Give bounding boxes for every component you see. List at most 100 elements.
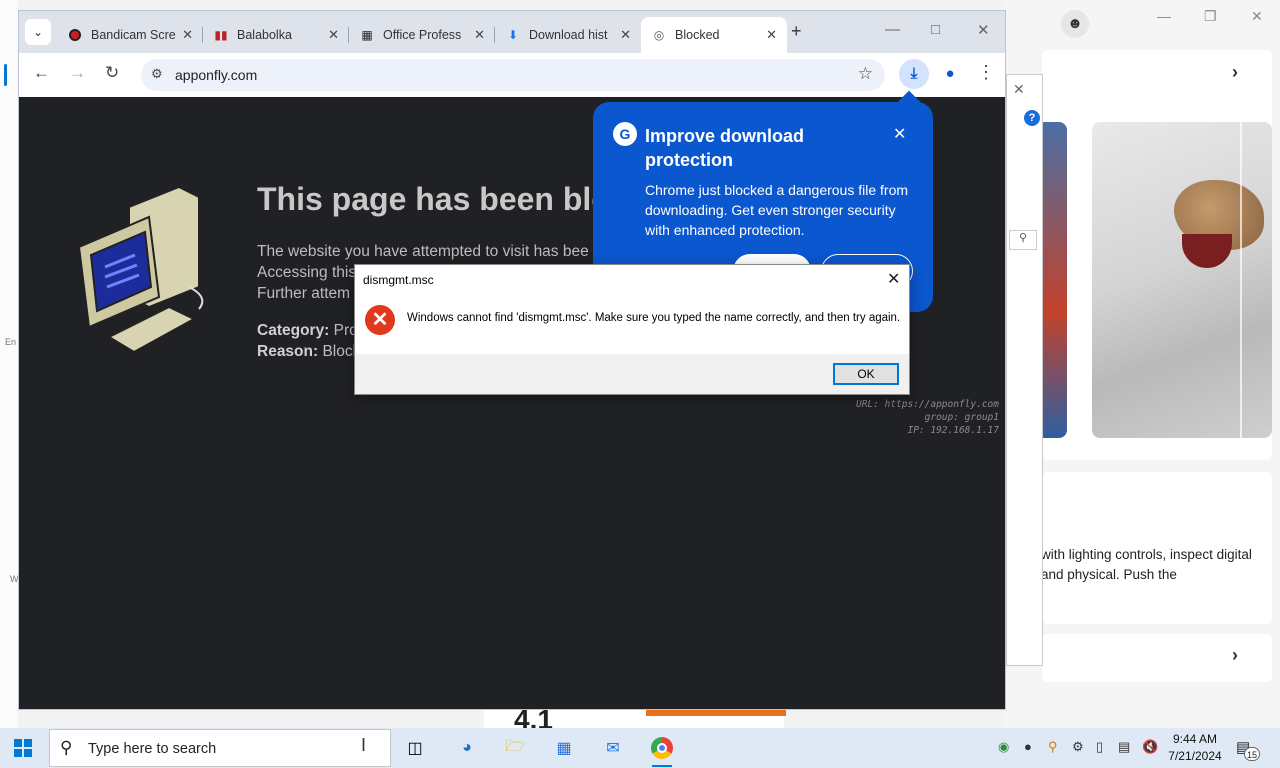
balabolka-icon: ▮▮ xyxy=(214,28,228,42)
app-description: with lighting controls, inspect digital … xyxy=(1041,547,1252,582)
mmc-window-edge: ✕ ? ⚲ xyxy=(1006,74,1043,666)
reload-icon[interactable]: ↻ xyxy=(105,63,119,83)
sabertooth-image[interactable] xyxy=(1092,122,1272,438)
clock-time: 9:44 AM xyxy=(1172,732,1218,746)
reason-row: Reason: Block xyxy=(257,343,360,361)
tab-office[interactable]: ▦ Office Profess ✕ xyxy=(349,17,495,53)
tab-download-history[interactable]: ⬇ Download hist ✕ xyxy=(495,17,641,53)
close-icon[interactable]: ✕ xyxy=(893,124,906,144)
account-avatar-icon[interactable]: ☻ xyxy=(1061,10,1089,38)
behind-window-strip: 4.1 xyxy=(484,704,786,735)
close-icon[interactable]: ✕ xyxy=(977,21,990,39)
volume-muted-icon[interactable]: 🔇 xyxy=(1142,739,1158,755)
tab-close-icon[interactable]: ✕ xyxy=(620,27,631,43)
tab-label: Office Profess xyxy=(383,28,462,42)
task-view-icon[interactable]: ◫ xyxy=(402,736,428,760)
address-bar[interactable]: ⚙ apponfly.com ☆ xyxy=(141,59,885,91)
profile-icon[interactable]: ● xyxy=(937,61,963,87)
tab-bandicam[interactable]: Bandicam Scre ✕ xyxy=(57,17,203,53)
error-icon: ✕ xyxy=(365,305,395,335)
tab-label: Bandicam Scre xyxy=(91,28,176,42)
blocked-line-2: Accessing this xyxy=(257,264,357,281)
new-tab-button[interactable]: + xyxy=(791,21,802,42)
chevron-right-icon[interactable]: › xyxy=(1232,62,1238,83)
minimize-icon[interactable]: — xyxy=(885,21,900,38)
taskbar-search-box[interactable]: ⚲ Type here to search I xyxy=(49,729,391,767)
cat-jaw-shape xyxy=(1182,234,1232,268)
group-meta: group: group1 xyxy=(924,412,999,423)
bubble-title: Improve download protection xyxy=(645,126,805,170)
file-explorer-icon[interactable]: 🗁 xyxy=(502,736,528,760)
search-placeholder[interactable]: Type here to search xyxy=(88,741,216,757)
discord-icon[interactable]: ● xyxy=(1024,739,1032,754)
tab-close-icon[interactable]: ✕ xyxy=(766,27,777,43)
office-icon: ▦ xyxy=(361,28,373,42)
tab-close-icon[interactable]: ✕ xyxy=(328,27,339,43)
maximize-icon[interactable]: □ xyxy=(931,21,940,38)
tab-close-icon[interactable]: ✕ xyxy=(474,27,485,43)
text-cursor-icon: I xyxy=(361,735,367,755)
category-label: Category: xyxy=(257,322,330,339)
battery-icon[interactable]: ▯ xyxy=(1096,739,1103,755)
tab-strip: ⌄ Bandicam Scre ✕ ▮▮ Balabolka ✕ ▦ Offic… xyxy=(19,11,1005,53)
forward-icon[interactable]: → xyxy=(69,63,86,83)
restore-icon[interactable]: ❐ xyxy=(1204,8,1217,25)
taskbar-clock[interactable]: 9:44 AM 7/21/2024 xyxy=(1160,731,1230,765)
close-icon[interactable]: ✕ xyxy=(1013,81,1025,98)
blocked-heading: This page has been blo xyxy=(257,181,611,217)
dialog-title: dismgmt.msc xyxy=(363,273,434,287)
notification-center-icon[interactable]: ▤ 15 xyxy=(1236,738,1260,761)
download-icon: ⬇ xyxy=(507,28,519,42)
tab-close-icon[interactable]: ✕ xyxy=(182,27,193,43)
dialog-message: Windows cannot find 'dismgmt.msc'. Make … xyxy=(407,312,901,324)
bookmark-star-icon[interactable]: ☆ xyxy=(858,64,873,84)
notification-count: 15 xyxy=(1244,747,1260,761)
url-text[interactable]: apponfly.com xyxy=(175,67,257,83)
chevron-right-icon[interactable]: › xyxy=(1232,645,1238,666)
globe-icon: ◎ xyxy=(653,28,665,42)
network-icon[interactable]: ▤ xyxy=(1118,739,1130,755)
google-icon: G xyxy=(613,122,637,146)
chrome-toolbar: ← → ↻ ⚙ apponfly.com ☆ ⤓ ● ⋮ xyxy=(19,53,1005,97)
app-thumbnail[interactable] xyxy=(1042,122,1067,438)
tab-label: Balabolka xyxy=(237,28,292,42)
help-icon[interactable]: ? xyxy=(1024,110,1040,126)
tab-blocked[interactable]: ◎ Blocked ✕ xyxy=(641,17,787,53)
microsoft-store-icon[interactable]: ▦ xyxy=(551,736,577,760)
left-sliver-text-1: En xyxy=(5,337,17,347)
back-icon[interactable]: ← xyxy=(33,63,50,83)
taskbar: ⚲ Type here to search I ◫ ◕ 🗁 ▦ ✉ ◉ ● ⚲ … xyxy=(0,728,1280,768)
blocked-line-3: Further attem xyxy=(257,285,351,302)
tab-search-button[interactable]: ⌄ xyxy=(25,19,51,45)
start-button[interactable] xyxy=(14,739,32,757)
bubble-body: Chrome just blocked a dangerous file fro… xyxy=(645,182,909,238)
ip-meta: IP: 192.168.1.17 xyxy=(907,425,999,436)
dialog-content: dismgmt.msc ✕ ✕ Windows cannot find 'dis… xyxy=(355,265,909,354)
close-icon[interactable]: ✕ xyxy=(887,269,900,289)
error-dialog: dismgmt.msc ✕ ✕ Windows cannot find 'dis… xyxy=(354,264,910,395)
menu-icon[interactable]: ⋮ xyxy=(977,62,995,83)
downloads-icon[interactable]: ⤓ xyxy=(899,59,929,89)
computer-illustration xyxy=(77,187,204,354)
search-icon[interactable]: ⚲ xyxy=(1009,230,1037,250)
tab-label: Download hist xyxy=(529,28,608,42)
close-icon[interactable]: ✕ xyxy=(1251,8,1263,25)
chrome-icon[interactable] xyxy=(649,736,675,767)
tray-app-icon[interactable]: ◉ xyxy=(998,739,1009,755)
search-icon: ⚲ xyxy=(60,738,73,757)
blocked-line-1: The website you have attempted to visit … xyxy=(257,243,589,260)
tab-balabolka[interactable]: ▮▮ Balabolka ✕ xyxy=(203,17,349,53)
search-tray-icon[interactable]: ⚲ xyxy=(1048,739,1058,755)
nav-accent xyxy=(4,64,7,86)
tab-label: Blocked xyxy=(675,28,720,42)
minimize-icon[interactable]: — xyxy=(1157,8,1171,24)
settings-tray-icon[interactable]: ⚙ xyxy=(1072,739,1084,755)
rating-bar xyxy=(646,710,786,716)
view-toggle-icon[interactable] xyxy=(1007,645,1043,663)
mail-icon[interactable]: ✉ xyxy=(600,736,626,760)
ok-button[interactable]: OK xyxy=(833,363,899,385)
left-edge-window: En W xyxy=(0,0,19,728)
edge-icon[interactable]: ◕ xyxy=(454,736,480,760)
reason-label: Reason: xyxy=(257,343,319,360)
site-settings-icon[interactable]: ⚙ xyxy=(151,66,163,82)
